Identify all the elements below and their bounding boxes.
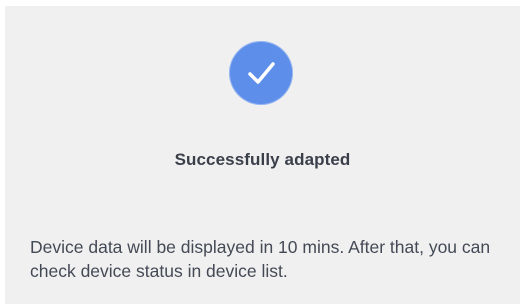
- checkmark-icon: [248, 62, 275, 84]
- check-circle-icon: [229, 41, 293, 105]
- status-message: Device data will be displayed in 10 mins…: [30, 237, 491, 281]
- status-title: Successfully adapted: [174, 150, 351, 169]
- success-panel: Successfully adapted Device data will be…: [5, 6, 520, 304]
